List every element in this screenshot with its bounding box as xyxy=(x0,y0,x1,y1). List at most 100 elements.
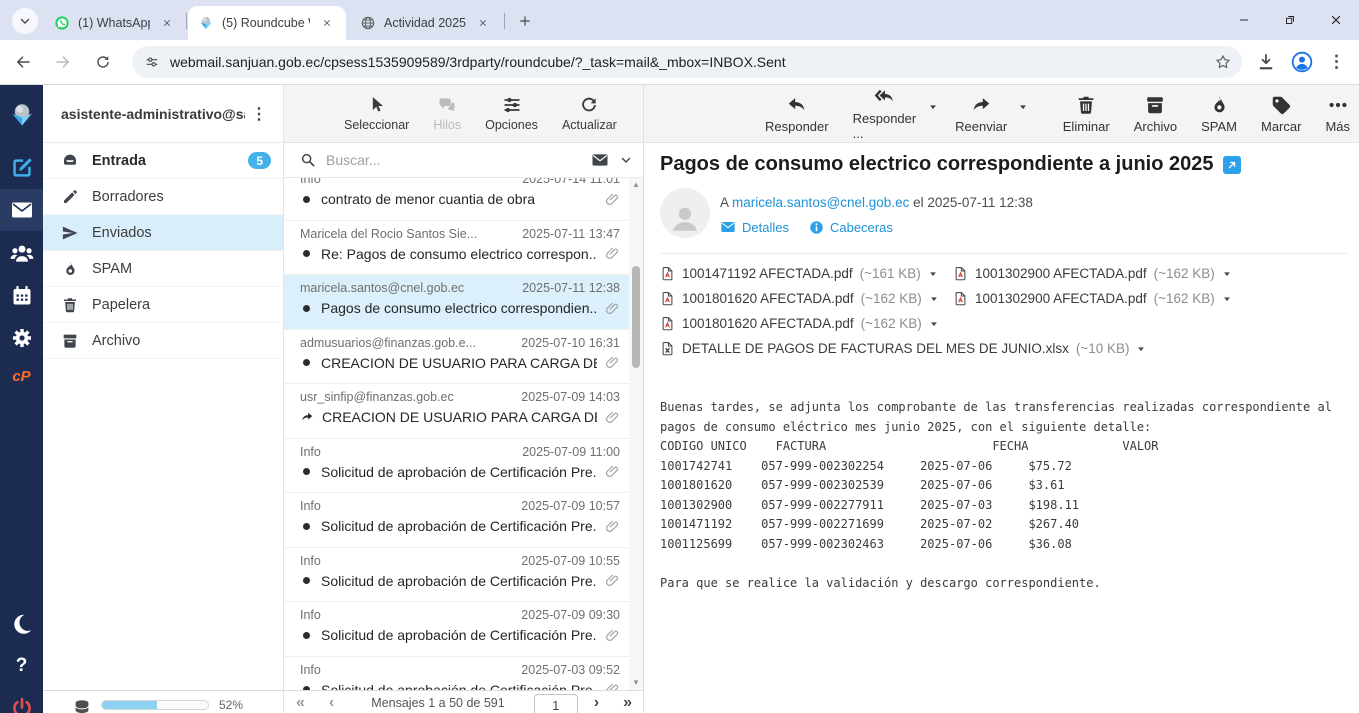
attachment-menu-caret-icon[interactable] xyxy=(1136,344,1146,354)
reply-all-button[interactable]: Responder ... xyxy=(844,83,927,144)
rail-cpanel[interactable]: cP xyxy=(0,355,43,397)
folder-enviados[interactable]: Enviados xyxy=(43,215,283,251)
list-scrollbar[interactable]: ▲ ▼ xyxy=(629,178,643,690)
message-row[interactable]: Info2025-07-09 10:57 Solicitud de aproba… xyxy=(284,493,630,548)
downloads-icon[interactable] xyxy=(1256,52,1276,72)
attachment-name[interactable]: DETALLE DE PAGOS DE FACTURAS DEL MES DE … xyxy=(682,341,1069,356)
folder-papelera[interactable]: Papelera xyxy=(43,287,283,323)
attachment[interactable]: 1001302900 AFECTADA.pdf (~162 KB) xyxy=(953,291,1348,306)
search-options-chevron-icon[interactable] xyxy=(619,153,633,167)
account-menu-icon[interactable]: ⋮ xyxy=(245,104,273,124)
minimize-button[interactable] xyxy=(1221,0,1267,40)
search-icon xyxy=(300,152,316,168)
reload-button[interactable] xyxy=(86,45,120,79)
recipient-email-link[interactable]: maricela.santos@cnel.gob.ec xyxy=(732,195,909,210)
tab-close-button[interactable] xyxy=(474,14,492,32)
bookmark-star-icon[interactable] xyxy=(1214,53,1232,71)
search-input[interactable] xyxy=(326,152,581,168)
attachment-menu-caret-icon[interactable] xyxy=(929,319,939,329)
select-button[interactable]: Seleccionar xyxy=(336,91,417,136)
scroll-up-arrow[interactable]: ▲ xyxy=(629,178,643,192)
folder-archivo[interactable]: Archivo xyxy=(43,323,283,359)
message-row[interactable]: usr_sinfip@finanzas.gob.ec2025-07-09 14:… xyxy=(284,384,630,439)
attachment-menu-caret-icon[interactable] xyxy=(1222,294,1232,304)
calendar-icon xyxy=(10,284,34,308)
reload-icon xyxy=(95,54,111,70)
attachment[interactable]: 1001471192 AFECTADA.pdf (~161 KB) xyxy=(660,266,953,281)
folder-entrada[interactable]: Entrada 5 xyxy=(43,143,283,179)
prev-page-button[interactable]: ‹ xyxy=(317,694,346,712)
trash-icon xyxy=(61,296,79,314)
page-number-input[interactable] xyxy=(534,694,578,713)
reply-all-caret-icon[interactable] xyxy=(928,102,938,112)
rail-darkmode[interactable] xyxy=(0,603,43,645)
attachment-name[interactable]: 1001302900 AFECTADA.pdf xyxy=(975,266,1147,281)
rail-mail[interactable] xyxy=(0,189,43,231)
attachment-menu-caret-icon[interactable] xyxy=(1222,269,1232,279)
tab-close-button[interactable] xyxy=(318,14,336,32)
threads-button[interactable]: Hilos xyxy=(425,91,469,136)
message-row[interactable]: Info2025-07-09 10:55 Solicitud de aproba… xyxy=(284,548,630,603)
mail-icon xyxy=(10,198,34,222)
message-row[interactable]: Info2025-07-09 09:30 Solicitud de aproba… xyxy=(284,602,630,657)
new-tab-button[interactable] xyxy=(514,10,536,32)
spam-button[interactable]: SPAM xyxy=(1192,91,1246,137)
address-bar[interactable]: webmail.sanjuan.gob.ec/cpsess1535909589/… xyxy=(132,46,1242,78)
details-toggle[interactable]: Detalles xyxy=(720,219,789,235)
message-row[interactable]: Info2025-07-14 11:01 contrato de menor c… xyxy=(284,178,630,221)
tab-roundcube-active[interactable]: (5) Roundcube Webmail :: Envia xyxy=(188,6,346,40)
options-button[interactable]: Opciones xyxy=(477,91,546,136)
back-button[interactable] xyxy=(6,45,40,79)
refresh-button[interactable]: Actualizar xyxy=(554,91,625,136)
url-text[interactable]: webmail.sanjuan.gob.ec/cpsess1535909589/… xyxy=(170,54,1214,70)
archive-button[interactable]: Archivo xyxy=(1125,91,1186,137)
attachment[interactable]: 1001801620 AFECTADA.pdf (~162 KB) xyxy=(660,291,953,306)
last-page-button[interactable]: » xyxy=(611,694,644,712)
attachment[interactable]: 1001302900 AFECTADA.pdf (~162 KB) xyxy=(953,266,1348,281)
attachment-menu-caret-icon[interactable] xyxy=(928,269,938,279)
first-page-button[interactable]: « xyxy=(284,694,317,712)
restore-button[interactable] xyxy=(1267,0,1313,40)
message-row[interactable]: Info2025-07-09 11:00 Solicitud de aproba… xyxy=(284,439,630,494)
mark-button[interactable]: Marcar xyxy=(1252,91,1310,137)
site-settings-icon[interactable] xyxy=(144,54,160,70)
message-row[interactable]: Maricela del Rocio Santos Sie...2025-07-… xyxy=(284,221,630,276)
folder-borradores[interactable]: Borradores xyxy=(43,179,283,215)
search-scope-mail-icon[interactable] xyxy=(591,151,609,169)
attachment-name[interactable]: 1001302900 AFECTADA.pdf xyxy=(975,291,1147,306)
attachment-menu-caret-icon[interactable] xyxy=(929,294,939,304)
message-row[interactable]: Info2025-07-03 09:52 Solicitud de aproba… xyxy=(284,657,630,691)
close-window-button[interactable] xyxy=(1313,0,1359,40)
profile-icon[interactable] xyxy=(1290,50,1314,74)
open-in-new-window-button[interactable] xyxy=(1223,156,1241,174)
delete-button[interactable]: Eliminar xyxy=(1054,91,1119,137)
forward-button[interactable] xyxy=(46,45,80,79)
rail-help[interactable]: ? xyxy=(0,645,43,687)
attachment-name[interactable]: 1001471192 AFECTADA.pdf xyxy=(682,266,853,281)
reply-button[interactable]: Responder xyxy=(756,91,838,137)
forward-button[interactable]: Reenviar xyxy=(946,91,1016,137)
tab-actividad[interactable]: Actividad 2025-07-10 08:00:00 xyxy=(350,6,502,40)
tab-whatsapp[interactable]: (1) WhatsApp xyxy=(44,6,186,40)
attachment-name[interactable]: 1001801620 AFECTADA.pdf xyxy=(682,316,854,331)
message-row[interactable]: admusuarios@finanzas.gob.e...2025-07-10 … xyxy=(284,330,630,385)
tab-close-button[interactable] xyxy=(158,14,176,32)
folder-spam[interactable]: SPAM xyxy=(43,251,283,287)
tab-search-button[interactable] xyxy=(12,8,38,34)
rail-logout[interactable] xyxy=(0,687,43,713)
rail-compose[interactable] xyxy=(0,147,43,189)
next-page-button[interactable]: › xyxy=(582,694,611,712)
scrollbar-thumb[interactable] xyxy=(632,266,640,368)
forward-caret-icon[interactable] xyxy=(1018,102,1028,112)
rail-contacts[interactable] xyxy=(0,233,43,275)
headers-toggle[interactable]: Cabeceras xyxy=(809,220,893,235)
more-button[interactable]: Más xyxy=(1316,91,1359,137)
attachment[interactable]: 1001801620 AFECTADA.pdf (~162 KB) xyxy=(660,316,1348,331)
attachment[interactable]: DETALLE DE PAGOS DE FACTURAS DEL MES DE … xyxy=(660,341,1348,356)
rail-calendar[interactable] xyxy=(0,275,43,317)
rail-settings[interactable] xyxy=(0,317,43,359)
scroll-down-arrow[interactable]: ▼ xyxy=(629,676,643,690)
message-row-selected[interactable]: maricela.santos@cnel.gob.ec2025-07-11 12… xyxy=(284,275,630,330)
attachment-name[interactable]: 1001801620 AFECTADA.pdf xyxy=(682,291,854,306)
browser-menu-icon[interactable]: ⋮ xyxy=(1328,52,1345,72)
